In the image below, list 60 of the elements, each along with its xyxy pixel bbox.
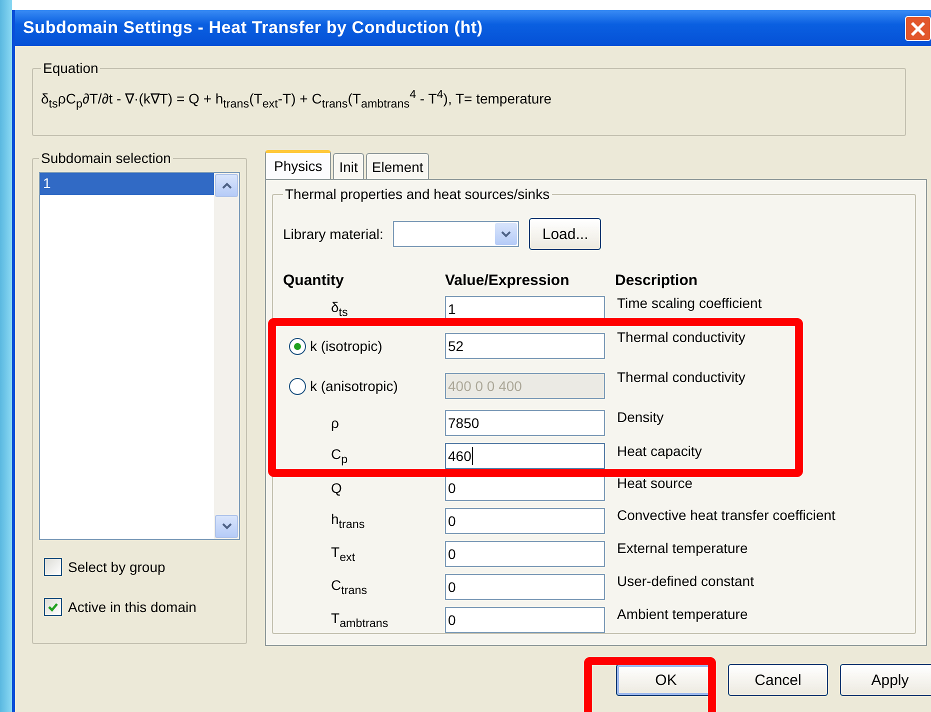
equation-text: δ$_{ts}$ρC$_{p}$∂T/∂t - ∇·(k∇T) = Q + h$_{trans}$(T$_{ext}$-T) + C$_{trans}$(T$_{ambtrans}$$^{4}$ - T$^{4}$), T= temperature <box>41 88 553 110</box>
description-text: Heat capacity <box>616 442 703 459</box>
quantity-symbol: T$_{ambtrans}$ <box>330 610 388 630</box>
value-field[interactable]: 460 <box>445 443 605 469</box>
group-legend: Thermal properties and heat sources/sinks <box>283 186 552 202</box>
description-text: Heat source <box>616 474 694 491</box>
checkbox-label: Select by group <box>68 559 166 575</box>
value-field[interactable]: 52 <box>445 333 605 359</box>
scroll-down-button[interactable] <box>215 515 238 538</box>
column-header: Description <box>615 272 699 288</box>
description-text: Thermal conductivity <box>616 328 746 345</box>
chevron-down-icon <box>501 230 512 238</box>
tab[interactable]: Element <box>366 153 430 179</box>
group-legend: Equation <box>41 60 100 76</box>
load-button[interactable]: Load... <box>529 218 602 250</box>
value-field[interactable]: 0 <box>445 508 605 534</box>
quantity-symbol: C$_{trans}$ <box>330 576 368 596</box>
chevron-down-icon <box>222 523 232 530</box>
checkbox-label: Active in this domain <box>68 599 196 615</box>
description-text: Density <box>616 408 665 425</box>
dialog-button[interactable]: Cancel <box>728 664 828 696</box>
value-field[interactable]: 7850 <box>445 410 605 436</box>
checkbox[interactable] <box>44 598 62 616</box>
radio-button[interactable] <box>289 338 306 354</box>
quantity-symbol: T$_{ext}$ <box>330 544 356 564</box>
group-legend: Subdomain selection <box>39 150 173 166</box>
radio-label: k (isotropic) <box>310 338 382 354</box>
column-header: Value/Expression <box>445 272 570 288</box>
checkbox[interactable] <box>44 558 62 576</box>
radio-label: k (anisotropic) <box>310 378 398 394</box>
description-text: Ambient temperature <box>616 605 749 622</box>
field-label: Library material: <box>283 226 384 242</box>
scroll-up-button[interactable] <box>215 174 238 197</box>
description-text: User-defined constant <box>616 572 755 589</box>
column-header: Quantity <box>283 272 345 288</box>
scrollbar[interactable] <box>214 173 239 539</box>
dialog-button[interactable]: Apply <box>840 664 931 696</box>
checkmark-icon <box>47 601 59 613</box>
description-text: Thermal conductivity <box>616 368 746 385</box>
value-field[interactable]: 0 <box>445 574 605 600</box>
tab[interactable]: Init <box>333 153 364 179</box>
value-field[interactable]: 0 <box>445 475 605 501</box>
description-text: Time scaling coefficient <box>616 294 763 311</box>
description-text: External temperature <box>616 539 749 556</box>
quantity-symbol: ρ <box>330 415 339 431</box>
description-text: Convective heat transfer coefficient <box>616 506 836 523</box>
list-item[interactable]: 1 <box>40 173 214 195</box>
quantity-symbol: Q <box>330 480 342 496</box>
chevron-up-icon <box>222 182 232 189</box>
quantity-symbol: h$_{trans}$ <box>330 510 365 530</box>
window-title: Subdomain Settings - Heat Transfer by Conduction (ht) <box>23 18 483 38</box>
close-button[interactable] <box>905 16 931 41</box>
tab[interactable]: Physics <box>265 150 332 179</box>
dropdown-button[interactable] <box>495 223 518 245</box>
quantity-symbol: δ$_{ts}$ <box>330 299 348 319</box>
quantity-symbol: C$_{p}$ <box>330 446 348 466</box>
value-field[interactable]: 0 <box>445 606 605 632</box>
close-icon <box>909 20 927 38</box>
value-field[interactable]: 0 <box>445 540 605 566</box>
library-dropdown[interactable] <box>393 221 520 247</box>
